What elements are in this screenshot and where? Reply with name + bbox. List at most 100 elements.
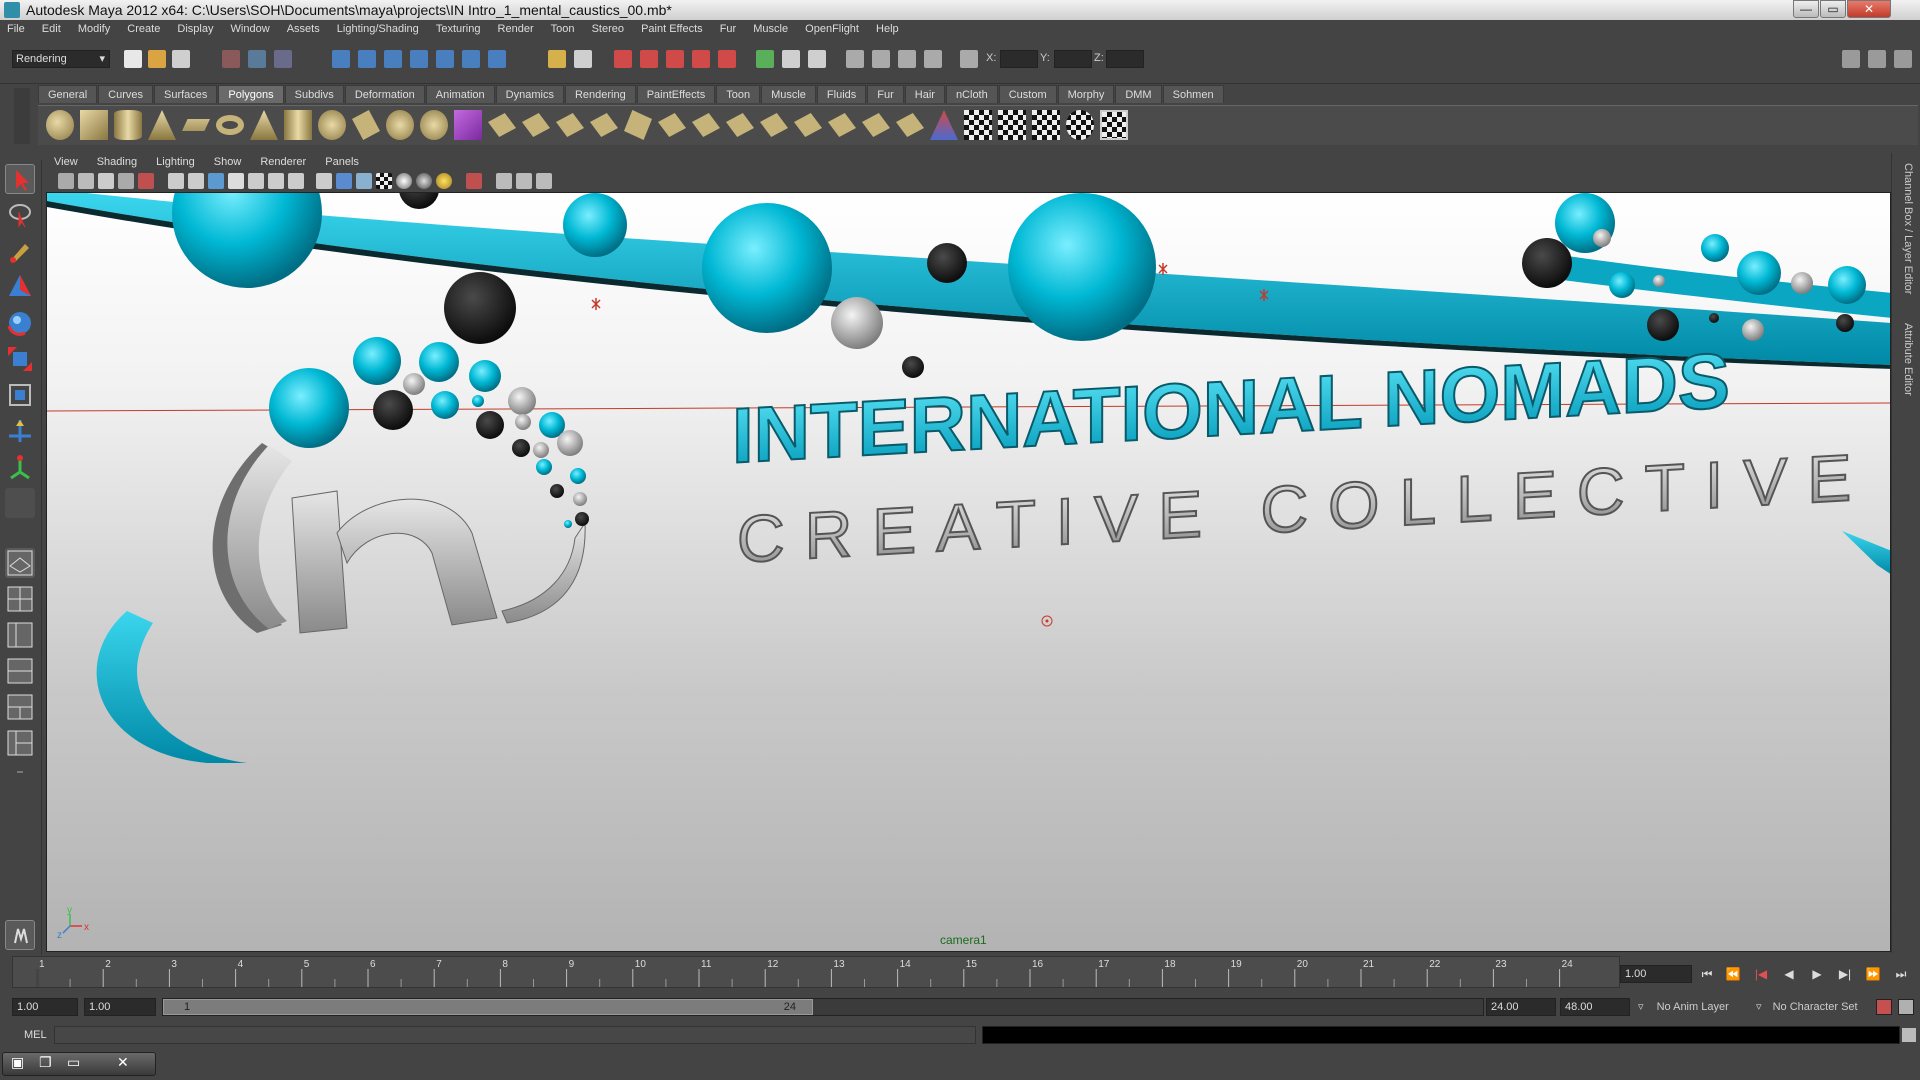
poly-sphere-icon[interactable]: [46, 110, 74, 140]
snap-grid-icon[interactable]: [332, 50, 350, 68]
shelf-tab-general[interactable]: General: [38, 85, 98, 103]
transform-input-icon[interactable]: [960, 50, 978, 68]
menu-edit[interactable]: Edit: [35, 20, 68, 38]
image-plane-icon[interactable]: [118, 173, 134, 189]
input-line-mode-icon[interactable]: [782, 50, 800, 68]
xray-icon[interactable]: [496, 173, 512, 189]
poly-cube-icon[interactable]: [80, 110, 108, 140]
insert-edge-loop-icon[interactable]: [624, 110, 652, 140]
snap-curve-icon[interactable]: [358, 50, 376, 68]
animation-preferences-icon[interactable]: [1898, 999, 1914, 1015]
bevel-icon[interactable]: [692, 113, 720, 137]
render-view-icon[interactable]: [718, 50, 736, 68]
step-back-frame-button[interactable]: |◀: [1750, 963, 1772, 985]
menu-help[interactable]: Help: [869, 20, 906, 38]
safe-title-icon[interactable]: [288, 173, 304, 189]
quick-help-icon[interactable]: [5, 920, 35, 950]
bridge-icon[interactable]: [522, 113, 550, 137]
use-all-lights-icon[interactable]: [396, 173, 412, 189]
poly-cylinder-icon[interactable]: [114, 110, 142, 140]
shadows-icon[interactable]: [416, 173, 432, 189]
step-forward-key-button[interactable]: ⏩: [1862, 963, 1884, 985]
select-camera-icon[interactable]: [58, 173, 74, 189]
uv-planar-icon[interactable]: [964, 110, 992, 140]
menu-toon[interactable]: Toon: [544, 20, 582, 38]
layout-four-view-icon[interactable]: [5, 584, 35, 614]
menu-muscle[interactable]: Muscle: [746, 20, 795, 38]
panel-menu-lighting[interactable]: Lighting: [148, 153, 203, 171]
menu-display[interactable]: Display: [170, 20, 220, 38]
paint-select-tool-icon[interactable]: [5, 236, 35, 266]
layout-persp-graph-icon[interactable]: [5, 656, 35, 686]
poly-cone-icon[interactable]: [148, 110, 176, 140]
isolate-select-icon[interactable]: [466, 173, 482, 189]
menu-lighting-shading[interactable]: Lighting/Shading: [330, 20, 426, 38]
play-forwards-button[interactable]: ▶: [1806, 963, 1828, 985]
render-settings-icon[interactable]: [666, 50, 684, 68]
shelf-tab-custom[interactable]: Custom: [998, 85, 1057, 103]
select-object-icon[interactable]: [248, 50, 266, 68]
panel-menu-show[interactable]: Show: [206, 153, 250, 171]
uv-spherical-icon[interactable]: [1032, 110, 1060, 140]
grid-icon[interactable]: [168, 173, 184, 189]
render-frame-icon[interactable]: [614, 50, 632, 68]
append-polygon-icon[interactable]: [556, 113, 584, 137]
cleanup-icon[interactable]: [896, 113, 924, 137]
tool-settings-icon[interactable]: [872, 50, 890, 68]
restore-icon[interactable]: ▣: [11, 1054, 24, 1071]
menu-assets[interactable]: Assets: [280, 20, 327, 38]
shelf-tab-curves[interactable]: Curves: [98, 85, 153, 103]
scale-tool-icon[interactable]: [5, 344, 35, 374]
menu-render[interactable]: Render: [491, 20, 541, 38]
layout-outliner-persp-icon[interactable]: [5, 620, 35, 650]
attribute-toggle-icon[interactable]: [898, 50, 916, 68]
help-icon[interactable]: [488, 50, 506, 68]
shelf-tab-fur[interactable]: Fur: [867, 85, 904, 103]
auto-key-icon[interactable]: [1876, 999, 1892, 1015]
shelf-tab-polygons[interactable]: Polygons: [218, 85, 284, 103]
triangulate-icon[interactable]: [794, 113, 822, 137]
new-scene-icon[interactable]: [124, 50, 142, 68]
shelf-tab-dynamics[interactable]: Dynamics: [495, 85, 564, 103]
x-field[interactable]: [1000, 50, 1038, 68]
uv-cylindrical-icon[interactable]: [998, 110, 1026, 140]
animation-end-field[interactable]: 48.00: [1560, 998, 1630, 1016]
wireframe-on-shaded-icon[interactable]: [356, 173, 372, 189]
share-view-icon[interactable]: [536, 173, 552, 189]
time-slider[interactable]: 1 2 3 4 5 6 7 8 9 10 11 12 13 14 15 16 17 18 19 20 21 22 23 24: [12, 956, 1620, 988]
panel-menu-view[interactable]: View: [46, 153, 86, 171]
sculpt-geometry-icon[interactable]: [930, 110, 958, 140]
playback-end-field[interactable]: 24.00: [1486, 998, 1556, 1016]
shelf-tab-subdivs[interactable]: Subdivs: [284, 85, 344, 103]
separate-icon[interactable]: [386, 110, 414, 140]
menu-paint-effects[interactable]: Paint Effects: [634, 20, 710, 38]
menu-create[interactable]: Create: [120, 20, 167, 38]
shelf-options-icon[interactable]: [14, 88, 30, 144]
layout-hypershade-persp-icon[interactable]: [5, 692, 35, 722]
poly-torus-icon[interactable]: [216, 115, 244, 135]
mirror-geometry-icon[interactable]: [454, 110, 482, 140]
lock-icon[interactable]: [548, 50, 566, 68]
layout-more-icon[interactable]: [5, 764, 35, 782]
step-forward-frame-button[interactable]: ▶|: [1834, 963, 1856, 985]
step-back-key-button[interactable]: ⏪: [1722, 963, 1744, 985]
poly-plane-icon[interactable]: [182, 119, 210, 131]
shelf-tab-sohmen[interactable]: Sohmen: [1162, 85, 1224, 103]
poly-pyramid-icon[interactable]: [250, 110, 278, 140]
layout-outliner-graph-icon[interactable]: [5, 728, 35, 758]
range-slider[interactable]: 1 24: [162, 998, 1484, 1016]
save-scene-icon[interactable]: [172, 50, 190, 68]
shelf-tab-fluids[interactable]: Fluids: [816, 85, 867, 103]
poly-soccer-ball-icon[interactable]: [318, 110, 346, 140]
menu-file[interactable]: File: [0, 20, 32, 38]
panel-menu-shading[interactable]: Shading: [89, 153, 145, 171]
window-icon[interactable]: ❐: [39, 1054, 52, 1071]
smooth-icon[interactable]: [420, 110, 448, 140]
uv-texture-editor-icon[interactable]: [1100, 110, 1128, 140]
menu-stereo[interactable]: Stereo: [585, 20, 631, 38]
snap-view-plane-icon[interactable]: [410, 50, 428, 68]
universal-manipulator-icon[interactable]: [5, 380, 35, 410]
modeling-toolkit-icon[interactable]: [1842, 50, 1860, 68]
make-live-icon[interactable]: [436, 50, 454, 68]
select-component-icon[interactable]: [274, 50, 292, 68]
